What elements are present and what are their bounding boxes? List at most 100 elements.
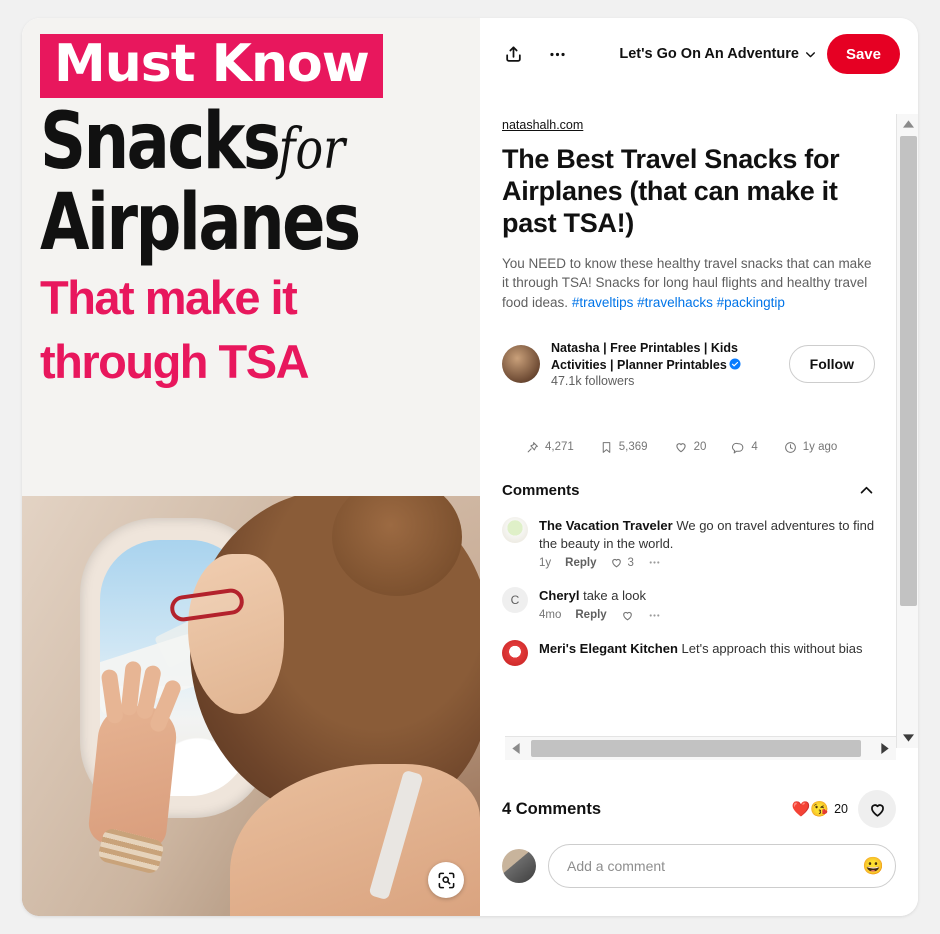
horizontal-scrollbar[interactable] [505, 736, 896, 760]
creator-avatar[interactable] [502, 345, 540, 384]
pin-subhead-line1: That make it [40, 271, 298, 325]
share-icon[interactable] [496, 37, 530, 71]
heart-outline-icon [870, 803, 884, 817]
pin-info-scroll-area: natashalh.com The Best Travel Snacks for… [480, 90, 897, 748]
horizontal-scrollbar-thumb[interactable] [531, 740, 861, 757]
comment-author[interactable]: Meri's Elegant Kitchen [539, 641, 678, 656]
comment-time: 4mo [539, 609, 562, 622]
more-options-icon[interactable] [648, 609, 661, 622]
chevron-up-icon[interactable] [858, 482, 875, 499]
bookmark-icon [602, 441, 611, 453]
comment-author[interactable]: Cheryl [539, 588, 579, 603]
visual-search-icon[interactable] [428, 862, 464, 898]
comment-author[interactable]: The Vacation Traveler [539, 518, 673, 533]
comment-meta: 4mo Reply [539, 609, 875, 622]
stat-pins[interactable]: 4,271 [526, 441, 574, 454]
pinterest-pin-page: Must Know Snacksfor Airplanes That make … [0, 0, 940, 934]
vertical-scrollbar-thumb[interactable] [900, 136, 917, 606]
reactions-row: ❤️😘 20 [792, 790, 896, 828]
board-selector[interactable]: Let's Go On An Adventure [619, 46, 817, 62]
footer-top-row: 4 Comments ❤️😘 20 [502, 778, 896, 840]
pin-headline-word: Snacks [40, 97, 281, 188]
comment-text: Cheryl take a look [539, 587, 875, 605]
pin-detail-card: Must Know Snacksfor Airplanes That make … [22, 18, 918, 916]
comment-like-count: 3 [627, 556, 634, 569]
comment-message: take a look [583, 588, 646, 604]
scroll-down-arrow-icon[interactable] [897, 728, 918, 748]
comment-avatar[interactable]: C [502, 587, 528, 614]
more-options-icon[interactable] [648, 556, 661, 569]
comment-composer-footer: 4 Comments ❤️😘 20 Add a comment 😀 [480, 778, 918, 916]
comment-composer: 😀 [502, 844, 896, 888]
creator-name-label: Natasha | Free Printables | Kids Activit… [551, 341, 738, 372]
comment-avatar[interactable] [502, 517, 528, 544]
more-options-icon[interactable] [540, 37, 574, 71]
creator-name[interactable]: Natasha | Free Printables | Kids Activit… [551, 340, 778, 373]
comments-heading: Comments [502, 482, 580, 500]
heart-icon [612, 559, 622, 568]
reaction-emoji-cluster[interactable]: ❤️😘 20 [792, 800, 848, 818]
comment-input[interactable] [548, 844, 896, 888]
comment-body: The Vacation Traveler We go on travel ad… [539, 517, 875, 569]
save-button[interactable]: Save [826, 34, 900, 74]
scroll-right-arrow-icon[interactable] [874, 737, 896, 760]
scroll-up-arrow-icon[interactable] [897, 114, 918, 134]
reaction-emojis: ❤️😘 [791, 801, 830, 818]
stat-pins-value: 4,271 [545, 441, 574, 454]
stat-likes[interactable]: 20 [674, 440, 707, 454]
pin-banner-text: Must Know [40, 34, 383, 99]
emoji-icon[interactable]: 😀 [863, 858, 884, 875]
comment-avatar[interactable] [502, 639, 528, 666]
stat-saves[interactable]: 5,369 [600, 441, 648, 454]
stat-likes-value: 20 [693, 441, 707, 454]
stat-age-value: 1y ago [802, 441, 838, 454]
comment-like-button[interactable] [621, 609, 634, 622]
comment-time: 1y [539, 556, 552, 569]
pin-stats-row: 4,271 5,369 20 4 1y ago [502, 440, 875, 454]
comment-text: The Vacation Traveler We go on travel ad… [539, 517, 875, 552]
board-name-label: Let's Go On An Adventure [619, 46, 799, 62]
comment-body: Cheryl take a look 4mo Reply [539, 587, 875, 622]
pin-description: You NEED to know these healthy travel sn… [502, 254, 875, 313]
pin-graphic: Must Know Snacksfor Airplanes That make … [22, 18, 480, 916]
heart-icon [675, 443, 686, 453]
pin-title: The Best Travel Snacks for Airplanes (th… [502, 144, 840, 238]
hand-on-window [86, 660, 184, 850]
pin-headline-script: for [278, 117, 346, 183]
comment-body: Meri's Elegant Kitchen Let's approach th… [539, 640, 875, 666]
comment-avatar-initial: C [510, 593, 520, 608]
comment-reply-button[interactable]: Reply [565, 557, 596, 569]
user-avatar[interactable] [502, 849, 536, 883]
comments-count-label: 4 Comments [502, 799, 602, 818]
comment-like-button[interactable]: 3 [610, 556, 634, 569]
scroll-left-arrow-icon[interactable] [505, 737, 527, 760]
pin-toolbar: Let's Go On An Adventure Save [480, 18, 918, 90]
comment-reply-button[interactable]: Reply [575, 609, 606, 621]
pin-image-pane[interactable]: Must Know Snacksfor Airplanes That make … [22, 18, 480, 916]
react-heart-button[interactable] [858, 790, 896, 828]
source-domain-link[interactable]: natashalh.com [502, 118, 583, 132]
comment-icon [732, 442, 744, 454]
comment-meta: 1y Reply 3 [539, 556, 875, 569]
stat-comments[interactable]: 4 [732, 441, 758, 454]
pin-hashtags[interactable]: #traveltips #travelhacks #packingtip [572, 295, 785, 310]
clock-icon [784, 441, 796, 453]
stat-saves-value: 5,369 [618, 441, 648, 454]
pin-detail-pane: Let's Go On An Adventure Save natashalh.… [480, 18, 918, 916]
comments-header[interactable]: Comments [502, 482, 875, 499]
comment-item: The Vacation Traveler We go on travel ad… [502, 517, 875, 569]
comment-message: Let's approach this without bias [681, 640, 863, 656]
follower-count: 47.1k followers [551, 374, 635, 389]
comment-item: Meri's Elegant Kitchen Let's approach th… [502, 639, 875, 666]
stat-comments-value: 4 [751, 441, 758, 454]
follow-button[interactable]: Follow [788, 345, 875, 384]
vertical-scrollbar[interactable] [896, 114, 918, 748]
comment-text: Meri's Elegant Kitchen Let's approach th… [539, 640, 875, 658]
comment-item: C Cheryl take a look 4mo Reply [502, 587, 875, 622]
creator-info: Natasha | Free Printables | Kids Activit… [551, 340, 778, 388]
pin-subhead-line2: through TSA [40, 335, 310, 389]
reaction-count: 20 [834, 802, 848, 816]
chevron-down-icon [805, 51, 815, 57]
pin-icon [527, 441, 538, 453]
pin-photo-airplane-window [22, 496, 480, 916]
